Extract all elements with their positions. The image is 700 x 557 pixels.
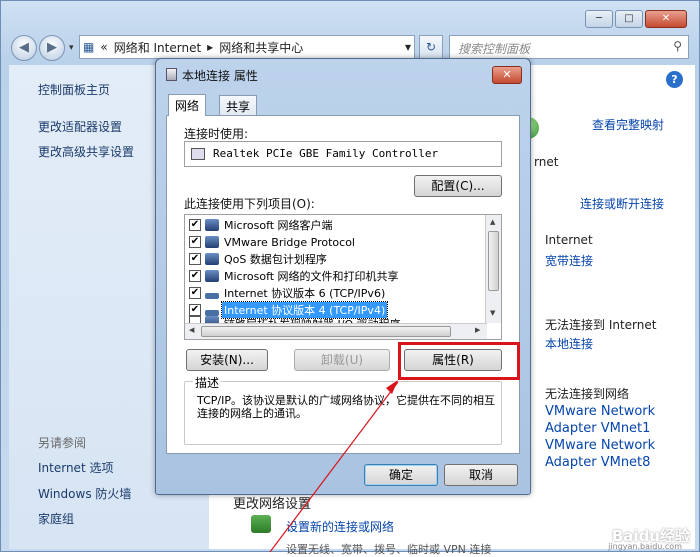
annotation-arrow xyxy=(269,380,399,552)
tab-networking[interactable]: 网络 xyxy=(168,94,207,116)
watermark-url: jingyan.baidu.com xyxy=(608,542,682,551)
